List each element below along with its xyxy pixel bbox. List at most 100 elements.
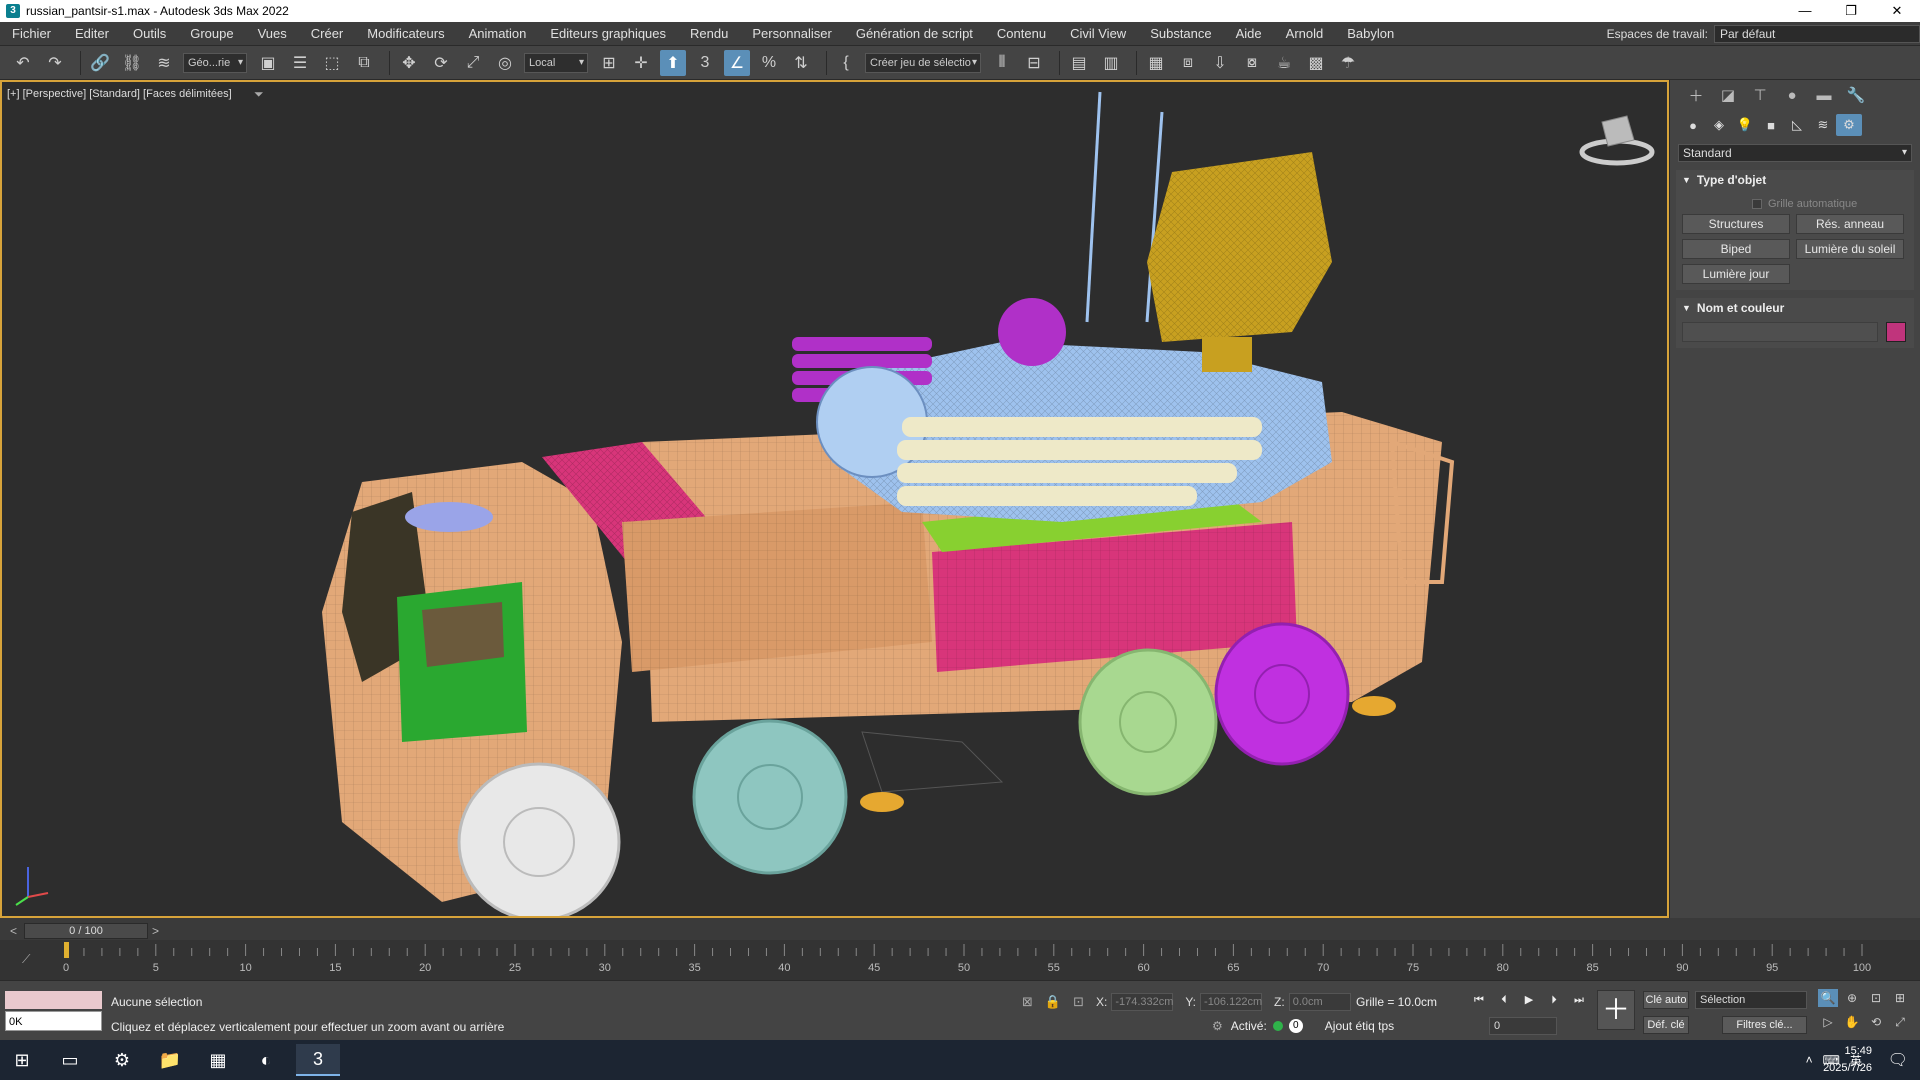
schematic-view-icon[interactable]: ⧈ (1175, 50, 1201, 76)
add-time-tag-button[interactable]: Ajout étiq tps (1325, 1019, 1394, 1033)
menu-animation[interactable]: Animation (457, 22, 539, 46)
window-crossing-icon[interactable]: ⧉ (351, 50, 377, 76)
render-setup-icon[interactable]: ⧇ (1239, 50, 1265, 76)
undo-icon[interactable]: ↶ (10, 50, 36, 76)
field-of-view-icon[interactable]: ▷ (1818, 1013, 1838, 1031)
display-tab-icon[interactable]: ▬ (1808, 82, 1840, 108)
name-color-header[interactable]: ▼ Nom et couleur (1676, 298, 1914, 318)
reference-coordinate-dropdown[interactable]: Local (524, 52, 588, 73)
previous-frame-icon[interactable]: ⏴ (1493, 991, 1515, 1009)
menu-outils[interactable]: Outils (121, 22, 178, 46)
unlink-icon[interactable]: ⛓ (119, 50, 145, 76)
maxscript-listener-mini[interactable] (5, 991, 102, 1009)
menu-editer[interactable]: Editer (63, 22, 121, 46)
place-icon[interactable]: ◎ (492, 50, 518, 76)
geometry-icon[interactable]: ● (1680, 114, 1706, 136)
zoom-icon[interactable]: 🔍 (1818, 989, 1838, 1007)
pan-icon[interactable]: ✋ (1842, 1013, 1862, 1031)
utilities-tab-icon[interactable]: 🔧 (1840, 82, 1872, 108)
select-object-icon[interactable]: ▣ (255, 50, 281, 76)
windows-start-icon[interactable]: ⊞ (0, 1044, 44, 1076)
scale-icon[interactable]: ⤢ (460, 50, 486, 76)
edge-browser-icon[interactable]: ◐ (244, 1044, 288, 1076)
zoom-extents-all-icon[interactable]: ⊞ (1890, 989, 1910, 1007)
menu-fichier[interactable]: Fichier (0, 22, 63, 46)
manipulate-icon[interactable]: ✛ (628, 50, 654, 76)
menu-personnaliser[interactable]: Personnaliser (740, 22, 844, 46)
systems-icon[interactable]: ⚙ (1836, 114, 1862, 136)
go-to-end-icon[interactable]: ⏭ (1568, 991, 1590, 1009)
time-slider-thumb[interactable]: 0 / 100 (24, 923, 148, 939)
task-view-icon[interactable]: ▭ (48, 1044, 92, 1076)
next-frame-icon[interactable]: ⏵ (1543, 991, 1565, 1009)
go-to-start-icon[interactable]: ⏮ (1468, 991, 1490, 1009)
menu-groupe[interactable]: Groupe (178, 22, 245, 46)
auto-grid-checkbox[interactable] (1752, 199, 1762, 209)
system-clock[interactable]: 15:49 2025/7/26 (1823, 1043, 1872, 1077)
auto-key-button[interactable]: Clé auto (1643, 991, 1689, 1009)
motion-tab-icon[interactable]: ● (1776, 82, 1808, 108)
shapes-icon[interactable]: ◈ (1706, 114, 1732, 136)
angle-snap-icon[interactable]: ∠ (724, 49, 750, 76)
spreadsheet-app-icon[interactable]: ▦ (196, 1044, 240, 1076)
object-name-input[interactable] (1682, 322, 1878, 342)
sunlight-button[interactable]: Lumière du soleil (1796, 239, 1904, 259)
key-filters-button[interactable]: Filtres clé... (1722, 1016, 1807, 1034)
render-iterative-icon[interactable]: ☂ (1335, 50, 1361, 76)
z-coordinate-field[interactable]: 0.0cm (1288, 993, 1351, 1011)
time-next-button[interactable]: > (152, 924, 159, 938)
funnel-icon[interactable]: ⏷ (254, 87, 264, 102)
object-color-swatch[interactable] (1886, 322, 1906, 342)
track-bar[interactable]: ⟋ 0 5 10 15 20 25 30 35 40 45 50 55 60 65 70 75 80 85 90 95… (0, 940, 1920, 980)
maximize-button[interactable]: ❐ (1828, 0, 1874, 22)
absolute-mode-icon[interactable]: ⊡ (1073, 994, 1084, 1010)
menu-arnold[interactable]: Arnold (1274, 22, 1336, 46)
layer-explorer-icon[interactable]: ▥ (1098, 50, 1124, 76)
file-explorer-icon[interactable]: 📁 (148, 1044, 192, 1076)
x-coordinate-field[interactable]: -174.332cm (1111, 993, 1173, 1011)
viewport-label[interactable]: [+] [Perspective] [Standard] [Faces déli… (7, 88, 232, 100)
pivot-center-icon[interactable]: ⊞ (596, 50, 622, 76)
scene-render[interactable] (2, 82, 1667, 916)
set-key-button[interactable]: Déf. clé (1643, 1016, 1689, 1034)
keyboard-shortcut-override-icon[interactable]: ⬆ (660, 49, 686, 76)
menu-contenu[interactable]: Contenu (985, 22, 1058, 46)
3dsmax-taskbar-icon[interactable]: 3 (296, 1044, 340, 1076)
modify-tab-icon[interactable]: ◪ (1712, 82, 1744, 108)
current-frame-field[interactable]: 0 (1489, 1017, 1557, 1035)
daylight-button[interactable]: Lumière jour (1682, 264, 1790, 284)
select-by-name-icon[interactable]: ☰ (287, 50, 313, 76)
menu-vues[interactable]: Vues (246, 22, 299, 46)
spinner-snap-icon[interactable]: ⇅ (788, 50, 814, 76)
play-icon[interactable]: ▶ (1518, 991, 1540, 1009)
object-type-header[interactable]: ▼ Type d'objet (1676, 170, 1914, 190)
edit-named-selection-icon[interactable]: { (833, 50, 859, 76)
render-frame-icon[interactable]: ☕ (1271, 50, 1297, 76)
time-prev-button[interactable]: < (10, 924, 17, 938)
current-frame-marker[interactable] (64, 942, 69, 958)
track-bar-ruler[interactable]: 0 5 10 15 20 25 30 35 40 45 50 55 60 65 70 75 80 85 90 95 10… (0, 940, 1920, 980)
tray-chevron-icon[interactable]: ˄ (1806, 1053, 1813, 1067)
workspace-select[interactable]: Par défaut (1714, 25, 1920, 43)
rotate-icon[interactable]: ⟳ (428, 50, 454, 76)
redo-icon[interactable]: ↷ (42, 50, 68, 76)
menu-rendu[interactable]: Rendu (678, 22, 740, 46)
move-icon[interactable]: ✥ (396, 50, 422, 76)
render-production-icon[interactable]: ▩ (1303, 50, 1329, 76)
scene-explorer-icon[interactable]: ▤ (1066, 50, 1092, 76)
link-icon[interactable]: 🔗 (87, 50, 113, 76)
structures-button[interactable]: Structures (1682, 214, 1790, 234)
mirror-icon[interactable]: ⫴ (989, 50, 1015, 76)
set-key-plus-icon[interactable]: ＋ (1597, 990, 1635, 1030)
menu-substance[interactable]: Substance (1138, 22, 1223, 46)
zoom-extents-icon[interactable]: ⊡ (1866, 989, 1886, 1007)
maxscript-output[interactable]: 0K (5, 1011, 102, 1031)
category-dropdown[interactable]: Standard (1678, 144, 1912, 162)
menu-civil-view[interactable]: Civil View (1058, 22, 1138, 46)
cameras-icon[interactable]: ■ (1758, 114, 1784, 136)
settings-app-icon[interactable]: ⚙ (100, 1044, 144, 1076)
menu-babylon[interactable]: Babylon (1335, 22, 1406, 46)
menu-editeurs-graphiques[interactable]: Editeurs graphiques (538, 22, 678, 46)
y-coordinate-field[interactable]: -106.122cm (1200, 993, 1262, 1011)
snaps-toggle-icon[interactable]: 3 (692, 50, 718, 76)
